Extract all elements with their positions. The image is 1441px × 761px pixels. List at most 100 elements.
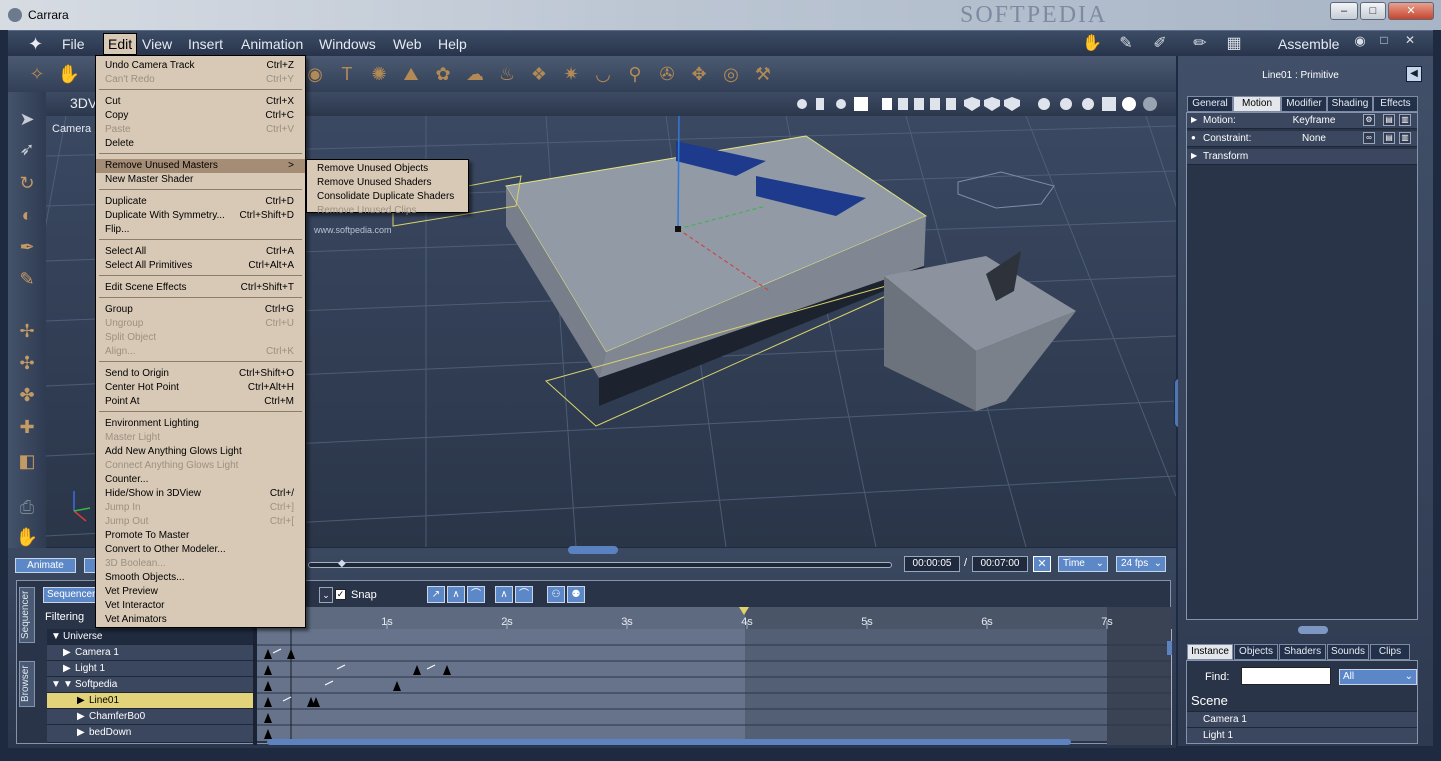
menu-item[interactable]: Master Light <box>96 431 305 445</box>
timeline-splitter[interactable] <box>568 546 618 554</box>
menu-item[interactable]: Environment Lighting <box>96 417 305 431</box>
move-arrow-icon[interactable]: ➶ <box>14 136 40 162</box>
tab-general[interactable]: General <box>1187 96 1233 112</box>
menu-item[interactable]: Can't Redo Ctrl+Y <box>96 73 305 87</box>
insert-spot-icon[interactable]: ⚲ <box>622 61 648 87</box>
pan-camera-icon[interactable]: ✢ <box>14 318 40 344</box>
submenu-item[interactable]: Remove Unused Clips <box>307 204 468 218</box>
menu-item[interactable]: Delete <box>96 137 305 151</box>
model-room-icon[interactable]: ✎ <box>1114 33 1138 53</box>
menu-item[interactable]: Duplicate Ctrl+D <box>96 195 305 209</box>
storyboard-room-icon[interactable]: ✋ <box>1080 33 1104 53</box>
menu-web[interactable]: Web <box>393 36 422 52</box>
film-room-icon[interactable]: ▦ <box>1222 33 1246 53</box>
render-sphere-icon[interactable] <box>1143 97 1157 111</box>
track-row[interactable]: ▶ ChamferBo0 <box>47 709 253 725</box>
triple-view-icon[interactable] <box>914 98 924 110</box>
tab-modifier[interactable]: Modifier <box>1281 96 1327 112</box>
browser-splitter[interactable] <box>1298 626 1328 634</box>
selection-arrow-icon[interactable]: ➤ <box>14 106 40 132</box>
menu-item[interactable]: Add New Anything Glows Light <box>96 445 305 459</box>
texture-room-icon[interactable]: ✐ <box>1148 33 1172 53</box>
menu-item[interactable]: Vet Animators <box>96 613 305 627</box>
scene-graph-icon[interactable] <box>797 99 807 109</box>
collapse-triangle-icon[interactable]: ▼ <box>51 631 61 642</box>
track-row[interactable]: ▶ Camera 1 <box>47 645 253 661</box>
menu-insert[interactable]: Insert <box>188 36 223 52</box>
menu-view[interactable]: View <box>142 36 172 52</box>
shield-view-3-icon[interactable] <box>1004 97 1020 111</box>
insert-cloud-icon[interactable]: ☁ <box>462 61 488 87</box>
menu-item[interactable]: Edit Scene Effects Ctrl+Shift+T <box>96 281 305 295</box>
constraint-value[interactable]: None <box>1279 133 1349 144</box>
tab-instance[interactable]: Instance <box>1187 644 1233 660</box>
menu-item[interactable]: Hide/Show in 3DView Ctrl+/ <box>96 487 305 501</box>
render-room-icon[interactable]: ✏ <box>1188 33 1212 53</box>
shield-view-1-icon[interactable] <box>964 97 980 111</box>
menu-item[interactable]: Select All Ctrl+A <box>96 245 305 259</box>
menu-item[interactable]: Center Hot Point Ctrl+Alt+H <box>96 381 305 395</box>
expand-triangle-icon[interactable]: ▶ <box>77 695 85 706</box>
motion-row[interactable]: ▶ Motion: Keyframe ⚙ ▤ ▥ <box>1187 113 1417 129</box>
grid-icon[interactable] <box>854 97 868 111</box>
load-icon[interactable]: ▥ <box>1399 114 1411 126</box>
hand-tool-icon[interactable]: ✋ <box>56 61 82 87</box>
menu-item[interactable]: Connect Anything Glows Light <box>96 459 305 473</box>
menu-item[interactable]: Paste Ctrl+V <box>96 123 305 137</box>
paint-icon[interactable]: ✎ <box>14 266 40 292</box>
menu-item[interactable]: Split Object <box>96 331 305 345</box>
load-icon[interactable]: ▥ <box>1399 132 1411 144</box>
grab-icon[interactable]: ✋ <box>14 524 40 550</box>
restore-icon[interactable]: □ <box>1372 33 1396 53</box>
motion-value[interactable]: Keyframe <box>1279 115 1349 126</box>
save-icon[interactable]: ▤ <box>1383 132 1395 144</box>
insert-terrain-icon[interactable]: ⛰ <box>398 61 424 87</box>
list-item[interactable]: Camera 1 <box>1187 711 1417 727</box>
tab-sounds[interactable]: Sounds <box>1327 644 1369 660</box>
close-room-icon[interactable]: ✕ <box>1398 33 1422 53</box>
animate-button[interactable]: Animate <box>15 558 76 573</box>
insert-text-icon[interactable]: T <box>334 61 360 87</box>
lock-icon[interactable] <box>816 98 824 110</box>
insert-gear-icon[interactable]: ✺ <box>366 61 392 87</box>
fps-select[interactable]: 24 fps ⌄ <box>1116 556 1166 572</box>
track-row[interactable]: ▶ bedDown <box>47 725 253 743</box>
end-time-field[interactable]: 00:07:00 <box>972 556 1028 572</box>
menu-item[interactable]: Vet Interactor <box>96 599 305 613</box>
menu-item[interactable]: Copy Ctrl+C <box>96 109 305 123</box>
quad-view-icon[interactable] <box>930 98 940 110</box>
menu-item[interactable]: Jump Out Ctrl+[ <box>96 515 305 529</box>
constraint-row[interactable]: ● Constraint: None ∞ ▤ ▥ <box>1187 131 1417 147</box>
expand-triangle-icon[interactable]: ▶ <box>1191 151 1197 160</box>
close-icon[interactable]: ✕ <box>1033 556 1051 572</box>
track-row-selected[interactable]: ▶ Line01 <box>47 693 253 709</box>
menu-file[interactable]: File <box>62 36 85 52</box>
move-view-icon[interactable] <box>1060 98 1072 110</box>
find-input[interactable] <box>1241 667 1331 685</box>
menu-windows[interactable]: Windows <box>319 36 376 52</box>
minimize-button[interactable]: – <box>1330 2 1358 20</box>
menu-item[interactable]: Cut Ctrl+X <box>96 95 305 109</box>
link-icon[interactable]: ∞ <box>1363 132 1375 144</box>
expand-triangle-icon[interactable]: ▶ <box>77 711 85 722</box>
rotate-icon[interactable]: ↻ <box>14 170 40 196</box>
menu-item[interactable]: Point At Ctrl+M <box>96 395 305 409</box>
close-button[interactable]: ✕ <box>1388 2 1434 20</box>
expand-triangle-icon[interactable]: ▶ <box>1191 115 1197 124</box>
menu-item[interactable]: Duplicate With Symmetry... Ctrl+Shift+D <box>96 209 305 223</box>
menu-item[interactable]: Undo Camera Track Ctrl+Z <box>96 59 305 73</box>
save-icon[interactable]: ▤ <box>1383 114 1395 126</box>
tab-shading[interactable]: Shading <box>1327 96 1373 112</box>
menu-item[interactable]: 3D Boolean... <box>96 557 305 571</box>
submenu-item[interactable]: Consolidate Duplicate Shaders <box>307 190 468 204</box>
submenu-item[interactable]: Remove Unused Objects <box>307 162 468 176</box>
tab-shaders[interactable]: Shaders <box>1279 644 1326 660</box>
menu-item[interactable]: Remove Unused Masters > <box>96 159 305 173</box>
eyedropper-icon[interactable]: ✒ <box>14 234 40 260</box>
dolly-camera-icon[interactable]: ✣ <box>14 350 40 376</box>
split-view-icon[interactable] <box>898 98 908 110</box>
up-arrow-icon[interactable] <box>1038 98 1050 110</box>
wide-view-icon[interactable] <box>946 98 956 110</box>
menu-item[interactable]: Align... Ctrl+K <box>96 345 305 359</box>
tab-effects[interactable]: Effects <box>1373 96 1418 112</box>
